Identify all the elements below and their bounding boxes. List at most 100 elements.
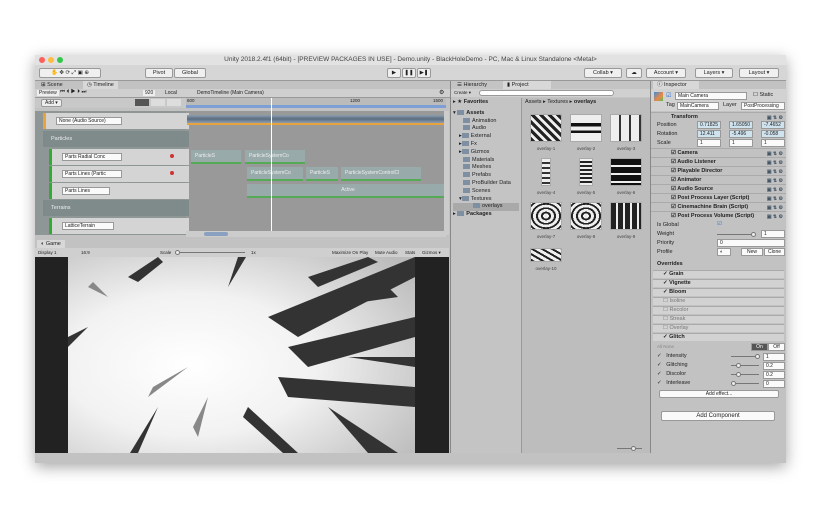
- replace-mode-icon[interactable]: [167, 99, 181, 106]
- account-dropdown[interactable]: Account ▾: [646, 68, 686, 78]
- record-icon[interactable]: [170, 154, 174, 158]
- component-cinemachine-brain[interactable]: ☑ Cinemachine Brain (Script) ▣ ⇅ ⚙: [651, 202, 786, 211]
- folder-item[interactable]: Audio: [453, 125, 519, 133]
- off-button[interactable]: Off: [768, 343, 785, 351]
- transform-header[interactable]: Transform ▣ ⇅ ⚙: [651, 112, 786, 121]
- track-binding[interactable]: Parts Radial Conc: [62, 153, 122, 161]
- asset-item[interactable]: overlay-7: [528, 202, 564, 239]
- param-value[interactable]: 0.2: [763, 362, 785, 370]
- track-parts-lines[interactable]: Parts Lines: [49, 183, 189, 199]
- param-value[interactable]: 0: [763, 380, 785, 388]
- pause-icon[interactable]: ❚❚: [402, 68, 416, 78]
- component-camera[interactable]: ☑ Camera ▣ ⇅ ⚙: [651, 148, 786, 157]
- asset-item[interactable]: overlay-1: [528, 114, 564, 151]
- rotation-z[interactable]: -0.058: [761, 130, 785, 138]
- folder-item[interactable]: ▾ Textures: [453, 196, 519, 204]
- scale-z[interactable]: 1: [761, 139, 785, 147]
- tab-scene[interactable]: ⊞ Scene: [37, 81, 67, 89]
- scale-x[interactable]: 1: [697, 139, 721, 147]
- param-interleave[interactable]: ✓ Interleave: [657, 380, 690, 386]
- local-toggle[interactable]: Local: [165, 90, 177, 96]
- audio-clip-waveform[interactable]: [187, 115, 445, 125]
- track-group-terrains[interactable]: Terrains: [43, 200, 189, 216]
- timeline-clip[interactable]: ParticleSystemCo: [245, 150, 305, 164]
- track-binding[interactable]: None (Audio Source): [56, 117, 122, 125]
- slider-knob[interactable]: [735, 372, 741, 377]
- edit-mode-icon[interactable]: [135, 99, 149, 106]
- component-post-process-volume[interactable]: ☑ Post Process Volume (Script) ▣ ⇅ ⚙: [651, 211, 786, 220]
- on-button[interactable]: On: [751, 343, 768, 351]
- folder-item[interactable]: ▸ Fx: [453, 141, 519, 149]
- collab-button[interactable]: Collab ▾: [584, 68, 622, 78]
- rotation-y[interactable]: -5.496: [729, 130, 753, 138]
- param-slider[interactable]: [731, 354, 760, 359]
- asset-item[interactable]: overlay-3: [608, 114, 644, 151]
- mute-audio-toggle[interactable]: Mute Audio: [375, 248, 398, 257]
- folder-item[interactable]: Prefabs: [453, 172, 519, 180]
- param-intensity[interactable]: ✓ Intensity: [657, 353, 687, 359]
- priority-field[interactable]: 0: [717, 239, 785, 247]
- transform-tools[interactable]: ✋ ✥ ⟳ ⤢ ▣ ⊕: [39, 68, 101, 78]
- frame-field[interactable]: 920: [143, 90, 156, 96]
- override-bloom[interactable]: ✓ Bloom: [653, 288, 784, 296]
- display-dropdown[interactable]: Display 1: [38, 248, 57, 257]
- track-binding[interactable]: Parts Lines: [62, 187, 110, 195]
- override-recolor[interactable]: ☐ Recolor: [653, 306, 784, 314]
- layout-dropdown[interactable]: Layout ▾: [739, 68, 779, 78]
- asset-item[interactable]: overlay-8: [568, 202, 604, 239]
- tab-hierarchy[interactable]: ☰ Hierarchy: [453, 81, 491, 89]
- global-button[interactable]: Global: [174, 68, 206, 78]
- gear-icon[interactable]: ⚙: [439, 89, 444, 96]
- active-checkbox[interactable]: ☑: [666, 92, 671, 99]
- weight-field[interactable]: 1: [761, 230, 785, 238]
- stats-toggle[interactable]: Stats: [405, 248, 415, 257]
- add-track-button[interactable]: Add ▾: [41, 99, 62, 107]
- track-parts-radial[interactable]: Parts Radial Conc: [49, 149, 189, 165]
- folder-item[interactable]: Animation: [453, 118, 519, 126]
- param-slider[interactable]: [731, 372, 759, 377]
- minimize-button[interactable]: [48, 57, 54, 63]
- override-grain[interactable]: ✓ Grain: [653, 270, 784, 278]
- name-field[interactable]: Main Camera: [675, 92, 747, 100]
- activation-clip[interactable]: Active: [247, 184, 445, 198]
- maximize-on-play-toggle[interactable]: Maximize On Play: [332, 248, 368, 257]
- track-binding[interactable]: LatticeTerrain: [62, 222, 114, 230]
- override-vignette[interactable]: ✓ Vignette: [653, 279, 784, 287]
- track-parts-lines-particles[interactable]: Parts Lines (Partic: [49, 166, 189, 182]
- tag-dropdown[interactable]: MainCamera: [677, 102, 719, 110]
- search-input[interactable]: [479, 90, 614, 96]
- asset-item[interactable]: overlay-4: [528, 158, 564, 195]
- vertical-scrollbar[interactable]: [444, 111, 449, 235]
- aspect-dropdown[interactable]: 16:9: [81, 248, 90, 257]
- folder-item[interactable]: Materials: [453, 157, 519, 165]
- timeline-clip[interactable]: ParticleS: [306, 167, 338, 181]
- layers-dropdown[interactable]: Layers ▾: [695, 68, 733, 78]
- asset-item[interactable]: overlay-9: [608, 202, 644, 239]
- play-icon[interactable]: ▶: [387, 68, 401, 78]
- tab-game[interactable]: ◐ Game: [37, 240, 65, 248]
- component-playable-director[interactable]: ☑ Playable Director ▣ ⇅ ⚙: [651, 166, 786, 175]
- packages-folder[interactable]: ▸ Packages: [453, 211, 519, 219]
- transport-controls[interactable]: ⏮ ⏴ ▶ ⏵ ⏭: [60, 89, 86, 96]
- favorites[interactable]: ▸ ★ Favorites: [453, 99, 519, 107]
- profile-field[interactable]: ◐: [717, 248, 731, 256]
- scale-slider[interactable]: [175, 250, 245, 255]
- folder-item[interactable]: ▸ Gizmos: [453, 149, 519, 157]
- asset-item[interactable]: overlay-10: [528, 248, 564, 271]
- timeline-asset-breadcrumb[interactable]: DemoTimeline (Main Camera): [197, 90, 264, 96]
- slider-knob[interactable]: [755, 354, 760, 359]
- preview-button[interactable]: Preview: [37, 90, 59, 96]
- scale-y[interactable]: 1: [729, 139, 753, 147]
- horizontal-scrollbar[interactable]: [186, 231, 446, 237]
- folder-item-selected[interactable]: overlays: [453, 203, 519, 212]
- is-global-checkbox[interactable]: ☑: [717, 221, 722, 227]
- slider-knob[interactable]: [735, 363, 741, 368]
- position-z[interactable]: -7.4652: [761, 121, 785, 129]
- scrollbar-thumb[interactable]: [204, 232, 228, 236]
- pivot-button[interactable]: Pivot: [145, 68, 173, 78]
- track-lattice-terrain[interactable]: LatticeTerrain: [49, 218, 189, 234]
- asset-item[interactable]: overlay-6: [608, 158, 644, 195]
- param-slider[interactable]: [731, 363, 759, 368]
- track-group-particles[interactable]: Particles: [43, 131, 189, 147]
- track-audio[interactable]: None (Audio Source): [43, 113, 189, 129]
